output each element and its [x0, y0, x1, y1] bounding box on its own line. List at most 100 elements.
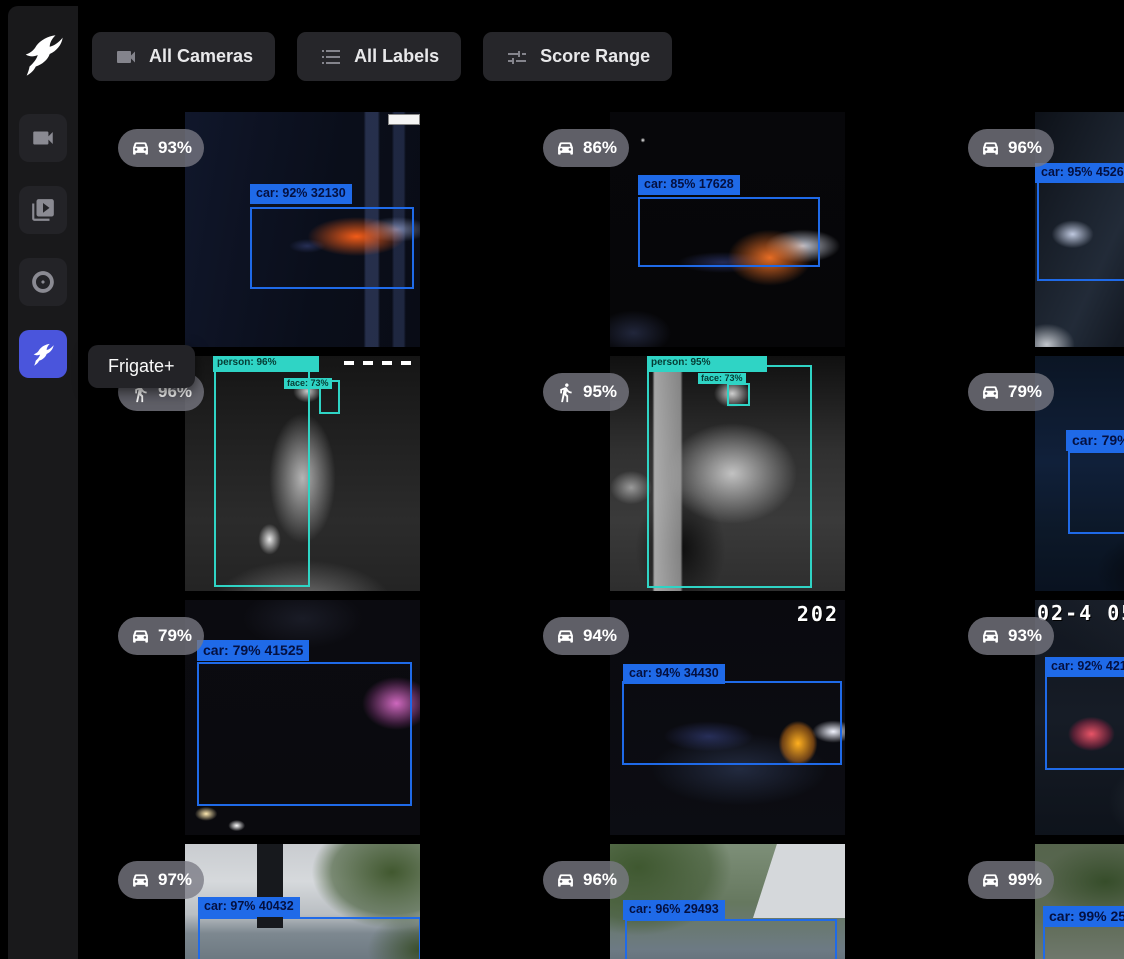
ir-reflections	[344, 361, 416, 365]
car-icon	[555, 626, 576, 647]
score-range-filter-button[interactable]: Score Range	[483, 32, 672, 81]
score-badge: 94%	[543, 617, 629, 655]
filter-label: All Cameras	[149, 46, 253, 67]
all-cameras-filter-button[interactable]: All Cameras	[92, 32, 275, 81]
sliders-icon	[505, 45, 529, 69]
detection-card: 97% car: 97% 40432	[90, 844, 515, 959]
detection-card: 96% car: 95% 45260	[940, 112, 1124, 347]
camera-timestamp: 02-4 05	[1037, 601, 1124, 625]
sidebar	[8, 6, 78, 959]
detection-label: car: 97% 40432	[198, 897, 300, 917]
score-badge-label: 93%	[158, 138, 192, 158]
score-badge: 86%	[543, 129, 629, 167]
score-badge: 93%	[118, 129, 204, 167]
detection-card: 86% car: 85% 17628	[515, 112, 940, 347]
car-icon	[980, 138, 1001, 159]
detection-label: car: 94% 34430	[623, 664, 725, 684]
car-icon	[980, 382, 1001, 403]
car-icon	[555, 138, 576, 159]
car-icon	[130, 138, 151, 159]
filter-label: Score Range	[540, 46, 650, 67]
score-badge: 97%	[118, 861, 204, 899]
bounding-box	[198, 917, 420, 959]
bounding-box	[625, 919, 837, 959]
detection-card: 96% person: 96% face: 73%	[90, 356, 515, 591]
score-badge: 96%	[968, 129, 1054, 167]
detection-label: car: 79% 41525	[197, 640, 309, 661]
camera-timestamp: 202	[797, 602, 839, 626]
bounding-box	[1043, 925, 1124, 959]
face-label: face: 73%	[698, 373, 746, 384]
bounding-box	[638, 197, 820, 267]
car-icon	[980, 870, 1001, 891]
timestamp-chip	[388, 114, 420, 125]
score-badge-label: 95%	[583, 382, 617, 402]
bounding-box	[197, 662, 412, 806]
bounding-box	[1068, 451, 1124, 534]
score-badge-label: 86%	[583, 138, 617, 158]
sidebar-item-explore[interactable]	[19, 258, 67, 306]
detection-thumbnail[interactable]: car: 96% 29493	[610, 844, 845, 959]
bounding-box	[1037, 180, 1124, 281]
car-icon	[555, 870, 576, 891]
all-labels-filter-button[interactable]: All Labels	[297, 32, 461, 81]
detections-grid: 93% car: 92% 32130 86% car: 85% 17628 96…	[90, 112, 1124, 959]
detection-label: car: 99% 25	[1043, 906, 1124, 927]
detection-thumbnail[interactable]: 202 car: 94% 34430	[610, 600, 845, 835]
labels-list-icon	[319, 45, 343, 69]
detection-card: 94% 202 car: 94% 34430	[515, 600, 940, 835]
car-icon	[130, 870, 151, 891]
video-camera-icon	[30, 125, 56, 151]
detection-label: car: 79%	[1066, 430, 1124, 451]
bounding-box	[1045, 674, 1124, 770]
score-badge-label: 97%	[158, 870, 192, 890]
review-library-icon	[30, 197, 56, 223]
detection-label: person: 96%	[213, 356, 319, 372]
detection-thumbnail[interactable]: person: 95% face: 73%	[610, 356, 845, 591]
sidebar-item-frigate-plus[interactable]	[19, 330, 67, 378]
score-badge-label: 79%	[1008, 382, 1042, 402]
filter-label: All Labels	[354, 46, 439, 67]
detection-card: 79% car: 79%	[940, 356, 1124, 591]
detection-label: car: 95% 45260	[1035, 163, 1124, 183]
score-badge: 93%	[968, 617, 1054, 655]
face-label: face: 73%	[284, 378, 332, 389]
bounding-box	[250, 207, 414, 289]
detection-label: car: 92% 4218	[1045, 657, 1124, 677]
detection-thumbnail[interactable]: car: 97% 40432	[185, 844, 420, 959]
car-icon	[130, 626, 151, 647]
detection-thumbnail[interactable]: car: 92% 32130	[185, 112, 420, 347]
score-badge: 79%	[118, 617, 204, 655]
detection-label: car: 92% 32130	[250, 184, 352, 204]
score-badge: 96%	[543, 861, 629, 899]
frigate-plus-tooltip: Frigate+	[88, 345, 195, 388]
frigate-bird-icon	[30, 341, 56, 367]
score-badge-label: 96%	[1008, 138, 1042, 158]
detection-card: 96% car: 96% 29493	[515, 844, 940, 959]
camera-icon	[114, 45, 138, 69]
car-icon	[980, 626, 1001, 647]
detection-thumbnail[interactable]: car: 99% 25	[1035, 844, 1124, 959]
score-badge-label: 96%	[583, 870, 617, 890]
filter-toolbar: All Cameras All Labels Score Range	[92, 32, 672, 81]
detection-label: car: 85% 17628	[638, 175, 740, 195]
bounding-box	[622, 681, 842, 765]
detection-card: 99% car: 99% 25	[940, 844, 1124, 959]
detection-thumbnail[interactable]: person: 96% face: 73%	[185, 356, 420, 591]
score-badge-label: 94%	[583, 626, 617, 646]
score-badge-label: 93%	[1008, 626, 1042, 646]
detection-thumbnail[interactable]: car: 85% 17628	[610, 112, 845, 347]
person-icon	[555, 382, 576, 403]
score-badge-label: 79%	[158, 626, 192, 646]
score-badge: 95%	[543, 373, 629, 411]
bounding-box	[214, 361, 310, 587]
detection-card: 93% 02-4 05 car: 92% 4218	[940, 600, 1124, 835]
detection-thumbnail[interactable]: car: 79% 41525	[185, 600, 420, 835]
detection-label: car: 96% 29493	[623, 900, 725, 920]
sidebar-nav	[19, 114, 67, 378]
score-badge: 79%	[968, 373, 1054, 411]
detection-label: person: 95%	[647, 356, 767, 372]
sidebar-item-review[interactable]	[19, 186, 67, 234]
sidebar-item-cameras[interactable]	[19, 114, 67, 162]
score-badge-label: 99%	[1008, 870, 1042, 890]
